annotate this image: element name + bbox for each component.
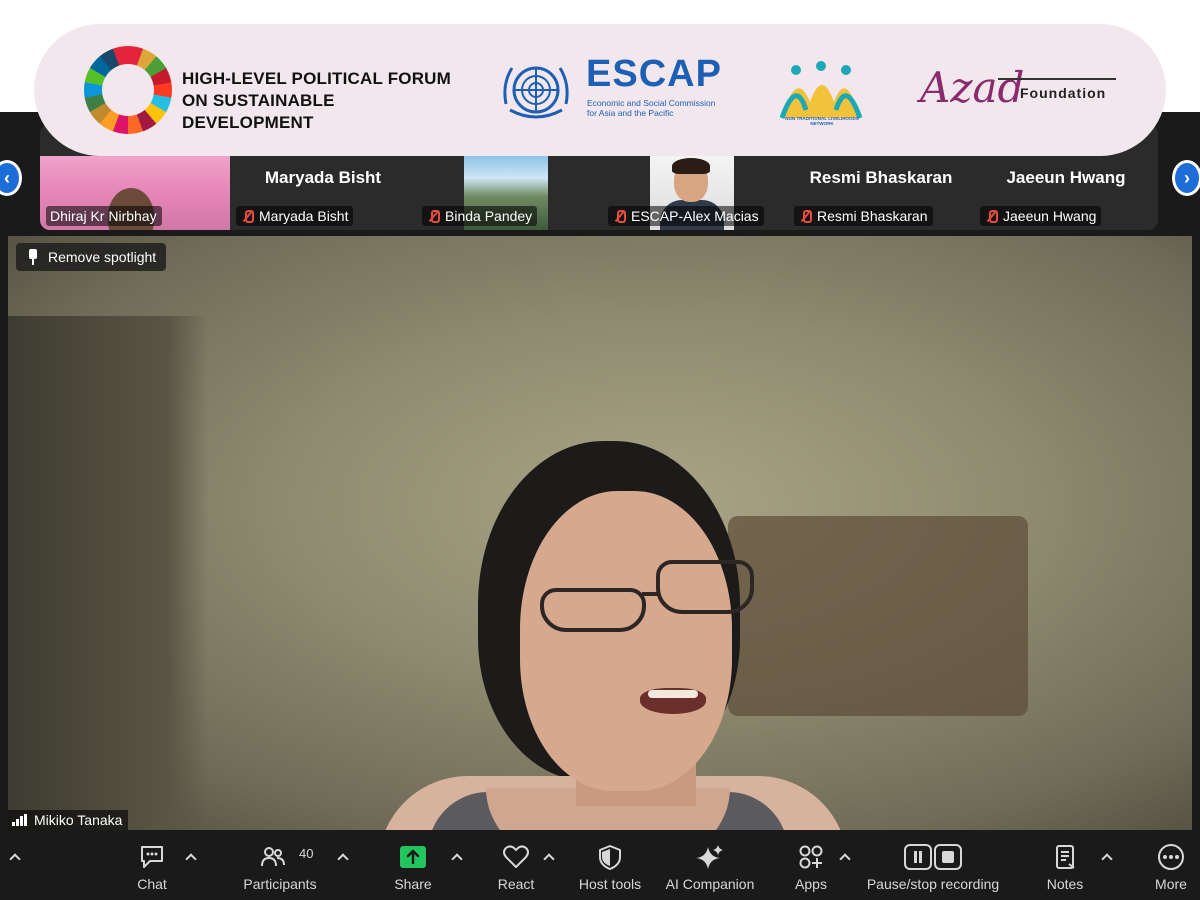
speaker-teeth: [648, 690, 698, 698]
remove-spotlight-label: Remove spotlight: [48, 249, 157, 265]
more-label: More: [1155, 876, 1187, 892]
share-button[interactable]: Share: [384, 836, 442, 900]
mic-muted-icon: [612, 209, 626, 223]
react-label: React: [497, 876, 535, 892]
gallery-next-button[interactable]: ›: [1172, 160, 1200, 196]
participant-name: Maryada Bisht: [259, 208, 349, 224]
more-icon: [1158, 844, 1184, 870]
mic-muted-icon: [426, 209, 440, 223]
share-caret[interactable]: [452, 852, 462, 862]
escap-subtitle: Economic and Social Commission for Asia …: [587, 98, 737, 118]
participants-caret[interactable]: [338, 852, 348, 862]
notes-label: Notes: [1046, 876, 1084, 892]
background-wall: [8, 316, 208, 830]
escap-sub-line-2: for Asia and the Pacific: [587, 108, 674, 118]
share-label: Share: [394, 876, 432, 892]
recording-label: Pause/stop recording: [866, 876, 1000, 892]
chat-icon: [141, 846, 163, 868]
mic-muted-icon: [798, 209, 812, 223]
ai-companion-button[interactable]: AI Companion: [660, 836, 760, 900]
participant-name: Jaeeun Hwang: [1003, 208, 1097, 224]
share-icon: [400, 846, 426, 868]
participant-display-name: Maryada Bisht: [264, 168, 382, 187]
glasses-bridge: [642, 592, 660, 596]
notes-icon: [1056, 845, 1075, 869]
participant-label: Jaeeun Hwang: [980, 206, 1102, 226]
ai-companion-label: AI Companion: [665, 876, 755, 892]
ntln-text: NON TRADITIONAL LIVELIHOODS NETWORK: [785, 116, 859, 126]
participant-label: Binda Pandey: [422, 206, 538, 226]
react-caret[interactable]: [544, 852, 554, 862]
participant-label: Resmi Bhaskaran: [794, 206, 933, 226]
apps-icon: [799, 845, 823, 869]
hlpf-line-2: ON SUSTAINABLE DEVELOPMENT: [182, 91, 335, 132]
react-button[interactable]: React: [488, 836, 544, 900]
sparkle-icon: [696, 845, 723, 869]
participant-name: Binda Pandey: [445, 208, 533, 224]
event-banner: HIGH-LEVEL POLITICAL FORUM ON SUSTAINABL…: [34, 24, 1166, 156]
participants-count: 40: [299, 846, 314, 861]
escap-title: ESCAP: [586, 53, 722, 95]
background-furniture: [728, 516, 1028, 716]
signal-strength-icon: [12, 814, 28, 826]
hlpf-line-1: HIGH-LEVEL POLITICAL FORUM: [182, 69, 452, 88]
hlpf-title: HIGH-LEVEL POLITICAL FORUM ON SUSTAINABL…: [182, 68, 452, 134]
apps-label: Apps: [795, 876, 827, 892]
ntln-logo-icon: [779, 61, 863, 119]
participant-label: Dhiraj Kr Nirbhay: [46, 206, 162, 226]
mic-muted-icon: [984, 209, 998, 223]
host-tools-label: Host tools: [578, 876, 642, 892]
participant-display-name: Resmi Bhaskaran: [809, 168, 953, 187]
participant-label: Maryada Bisht: [236, 206, 354, 226]
participants-icon: [260, 847, 285, 867]
audio-options-caret[interactable]: [10, 852, 20, 862]
azad-foundation-text: Foundation: [1020, 85, 1107, 101]
azad-divider: [998, 78, 1116, 80]
recording-button[interactable]: Pause/stop recording: [862, 836, 1004, 900]
notes-button[interactable]: Notes: [1036, 836, 1094, 900]
pause-stop-recording-icon: [904, 844, 962, 870]
chat-caret[interactable]: [186, 852, 196, 862]
apps-caret[interactable]: [840, 852, 850, 862]
glasses-right-lens: [656, 560, 754, 614]
zoom-meeting-window: HIGH-LEVEL POLITICAL FORUM ON SUSTAINABL…: [0, 0, 1200, 900]
azad-logo-word: Azad: [920, 63, 1025, 112]
heart-icon: [503, 845, 529, 868]
speaker-name: Mikiko Tanaka: [34, 812, 123, 828]
chat-label: Chat: [137, 876, 167, 892]
more-button[interactable]: More: [1146, 836, 1196, 900]
mic-muted-icon: [240, 209, 254, 223]
participant-name: ESCAP-Alex Macias: [631, 208, 759, 224]
un-emblem-icon: [503, 66, 569, 119]
remove-spotlight-button[interactable]: Remove spotlight: [16, 243, 167, 271]
meeting-toolbar: Chat Participants 40 Share React Host to…: [0, 836, 1200, 900]
chat-button[interactable]: Chat: [122, 836, 182, 900]
speaker-face: [520, 491, 732, 791]
pin-icon: [26, 249, 40, 265]
participant-display-name: Jaeeun Hwang: [1006, 168, 1126, 187]
speaker-name-tag: Mikiko Tanaka: [8, 810, 129, 830]
sdg-wheel-logo: [84, 46, 172, 134]
participants-label: Participants: [243, 876, 317, 892]
shield-icon: [599, 845, 621, 870]
participant-name: Dhiraj Kr Nirbhay: [50, 208, 157, 224]
glasses-left-lens: [540, 588, 646, 632]
escap-sub-line-1: Economic and Social Commission: [587, 98, 716, 108]
participant-hair: [672, 158, 710, 174]
participant-label: ESCAP-Alex Macias: [608, 206, 764, 226]
speaker-video: [8, 236, 1192, 830]
host-tools-button[interactable]: Host tools: [572, 836, 648, 900]
participant-name: Resmi Bhaskaran: [817, 208, 928, 224]
apps-button[interactable]: Apps: [784, 836, 838, 900]
notes-caret[interactable]: [1102, 852, 1112, 862]
